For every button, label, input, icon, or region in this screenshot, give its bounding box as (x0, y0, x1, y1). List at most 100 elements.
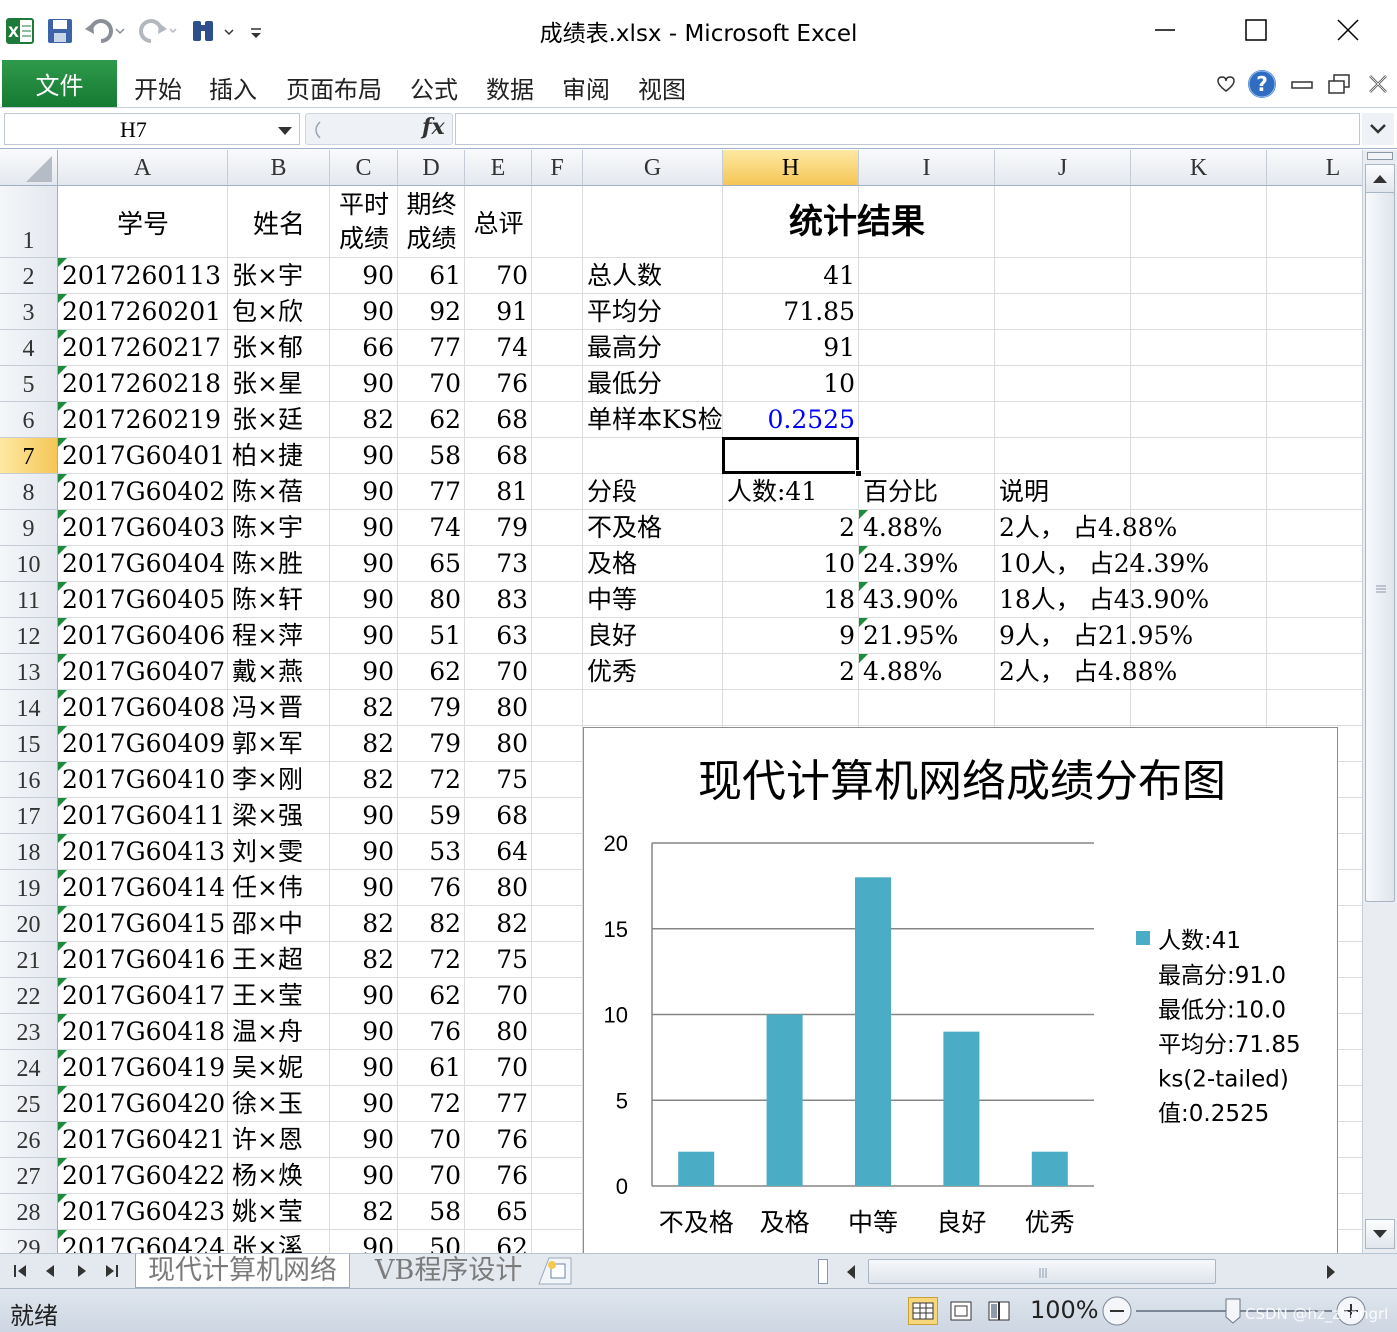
cell-student-name[interactable]: 张×溪 (228, 1230, 330, 1253)
scroll-left-button[interactable] (836, 1257, 866, 1286)
row-header-25[interactable]: 25 (0, 1086, 58, 1122)
column-header-a[interactable]: A (58, 150, 228, 186)
cell-student-id[interactable]: 2017G60405 (58, 582, 228, 618)
cell-student-name[interactable]: 包×欣 (228, 294, 330, 330)
column-header-l[interactable]: L (1267, 150, 1362, 186)
cell-student-id[interactable]: 2017G60416 (58, 942, 228, 978)
dist-note[interactable]: 9人， 占21.95% (995, 618, 1267, 654)
cell-final-score[interactable]: 79 (398, 726, 465, 762)
dist-header-segment[interactable]: 分段 (583, 474, 723, 510)
cell-student-id[interactable]: 2017G60421 (58, 1122, 228, 1158)
cell-regular-score[interactable]: 90 (330, 582, 398, 618)
cell-student-name[interactable]: 张×星 (228, 366, 330, 402)
cell-total-score[interactable]: 68 (465, 798, 532, 834)
tab-page-layout[interactable]: 页面布局 (286, 70, 382, 105)
cell-total-score[interactable]: 83 (465, 582, 532, 618)
cell-total-score[interactable]: 73 (465, 546, 532, 582)
cell-student-id[interactable]: 2017G60410 (58, 762, 228, 798)
dist-segment[interactable]: 不及格 (583, 510, 723, 546)
cell-regular-score[interactable]: 90 (330, 510, 398, 546)
cell-total-score[interactable]: 80 (465, 870, 532, 906)
cell-student-id[interactable]: 2017G60404 (58, 546, 228, 582)
cell-total-score[interactable]: 79 (465, 510, 532, 546)
cell-final-score[interactable]: 59 (398, 798, 465, 834)
row-header-11[interactable]: 11 (0, 582, 58, 618)
tab-view[interactable]: 视图 (638, 70, 686, 105)
column-header-c[interactable]: C (330, 150, 398, 186)
row-header-1[interactable]: 1 (0, 186, 58, 258)
cell-regular-score[interactable]: 90 (330, 258, 398, 294)
cell-student-name[interactable]: 郭×军 (228, 726, 330, 762)
row-header-6[interactable]: 6 (0, 402, 58, 438)
cell-total-score[interactable]: 80 (465, 726, 532, 762)
dist-header-count[interactable]: 人数:41 (723, 474, 859, 510)
column-header-k[interactable]: K (1131, 150, 1267, 186)
cell-student-name[interactable]: 许×恩 (228, 1122, 330, 1158)
tab-insert[interactable]: 插入 (209, 70, 257, 105)
dist-count[interactable]: 2 (723, 510, 859, 546)
cell-final-score[interactable]: 62 (398, 654, 465, 690)
cell-total-score[interactable]: 62 (465, 1230, 532, 1253)
vertical-scroll-thumb[interactable] (1365, 192, 1395, 902)
dist-count[interactable]: 18 (723, 582, 859, 618)
cell-student-name[interactable]: 任×伟 (228, 870, 330, 906)
cell-regular-score[interactable]: 90 (330, 366, 398, 402)
header-regular-score[interactable]: 平时 成绩 (330, 186, 398, 258)
formula-input[interactable] (455, 113, 1360, 145)
summary-label[interactable]: 最高分 (583, 330, 723, 366)
cell-regular-score[interactable]: 82 (330, 762, 398, 798)
cell-final-score[interactable]: 70 (398, 1158, 465, 1194)
cell-total-score[interactable]: 64 (465, 834, 532, 870)
horizontal-scroll-thumb[interactable] (868, 1259, 1216, 1284)
workbook-close-icon[interactable] (1364, 66, 1392, 102)
cell-student-id[interactable]: 2017260201 (58, 294, 228, 330)
cell-total-score[interactable]: 82 (465, 906, 532, 942)
sheet-tab-network[interactable]: 现代计算机网络 (135, 1254, 350, 1288)
cell-regular-score[interactable]: 90 (330, 978, 398, 1014)
row-header-4[interactable]: 4 (0, 330, 58, 366)
cell-student-name[interactable]: 王×超 (228, 942, 330, 978)
cell-student-name[interactable]: 张×宇 (228, 258, 330, 294)
dist-note[interactable]: 10人， 占24.39% (995, 546, 1267, 582)
prev-sheet-icon[interactable] (38, 1260, 62, 1282)
row-header-16[interactable]: 16 (0, 762, 58, 798)
cell-final-score[interactable]: 76 (398, 1014, 465, 1050)
cell-final-score[interactable]: 70 (398, 366, 465, 402)
header-name[interactable]: 姓名 (228, 186, 330, 258)
dist-count[interactable]: 2 (723, 654, 859, 690)
cell-student-id[interactable]: 2017G60401 (58, 438, 228, 474)
cell-final-score[interactable]: 92 (398, 294, 465, 330)
cell-student-id[interactable]: 2017G60418 (58, 1014, 228, 1050)
first-sheet-icon[interactable] (8, 1260, 32, 1282)
cell-final-score[interactable]: 50 (398, 1230, 465, 1253)
cell-regular-score[interactable]: 82 (330, 690, 398, 726)
cell-student-id[interactable]: 2017G60407 (58, 654, 228, 690)
cell-regular-score[interactable]: 90 (330, 1014, 398, 1050)
dist-segment[interactable]: 优秀 (583, 654, 723, 690)
cell-regular-score[interactable]: 90 (330, 438, 398, 474)
stats-title[interactable]: 统计结果 (583, 186, 1131, 258)
tab-review[interactable]: 审阅 (562, 70, 610, 105)
help-icon[interactable]: ? (1244, 66, 1280, 102)
expand-formula-bar-icon[interactable] (1362, 113, 1394, 145)
cell-regular-score[interactable]: 90 (330, 834, 398, 870)
row-header-15[interactable]: 15 (0, 726, 58, 762)
cell-final-score[interactable]: 74 (398, 510, 465, 546)
cell-final-score[interactable]: 70 (398, 1122, 465, 1158)
scroll-down-button[interactable] (1365, 1219, 1395, 1249)
summary-label[interactable]: 单样本KS检 (583, 402, 723, 438)
cell-student-id[interactable]: 2017G60406 (58, 618, 228, 654)
row-header-5[interactable]: 5 (0, 366, 58, 402)
name-box-dropdown-icon[interactable] (277, 124, 293, 142)
row-header-14[interactable]: 14 (0, 690, 58, 726)
row-header-27[interactable]: 27 (0, 1158, 58, 1194)
cell-final-score[interactable]: 61 (398, 258, 465, 294)
cell-student-id[interactable]: 2017G60422 (58, 1158, 228, 1194)
cell-regular-score[interactable]: 90 (330, 546, 398, 582)
column-header-e[interactable]: E (465, 150, 532, 186)
header-final-score[interactable]: 期终 成绩 (398, 186, 465, 258)
cell-final-score[interactable]: 77 (398, 330, 465, 366)
cell-regular-score[interactable]: 90 (330, 1158, 398, 1194)
cell-student-name[interactable]: 梁×强 (228, 798, 330, 834)
column-header-g[interactable]: G (583, 150, 723, 186)
